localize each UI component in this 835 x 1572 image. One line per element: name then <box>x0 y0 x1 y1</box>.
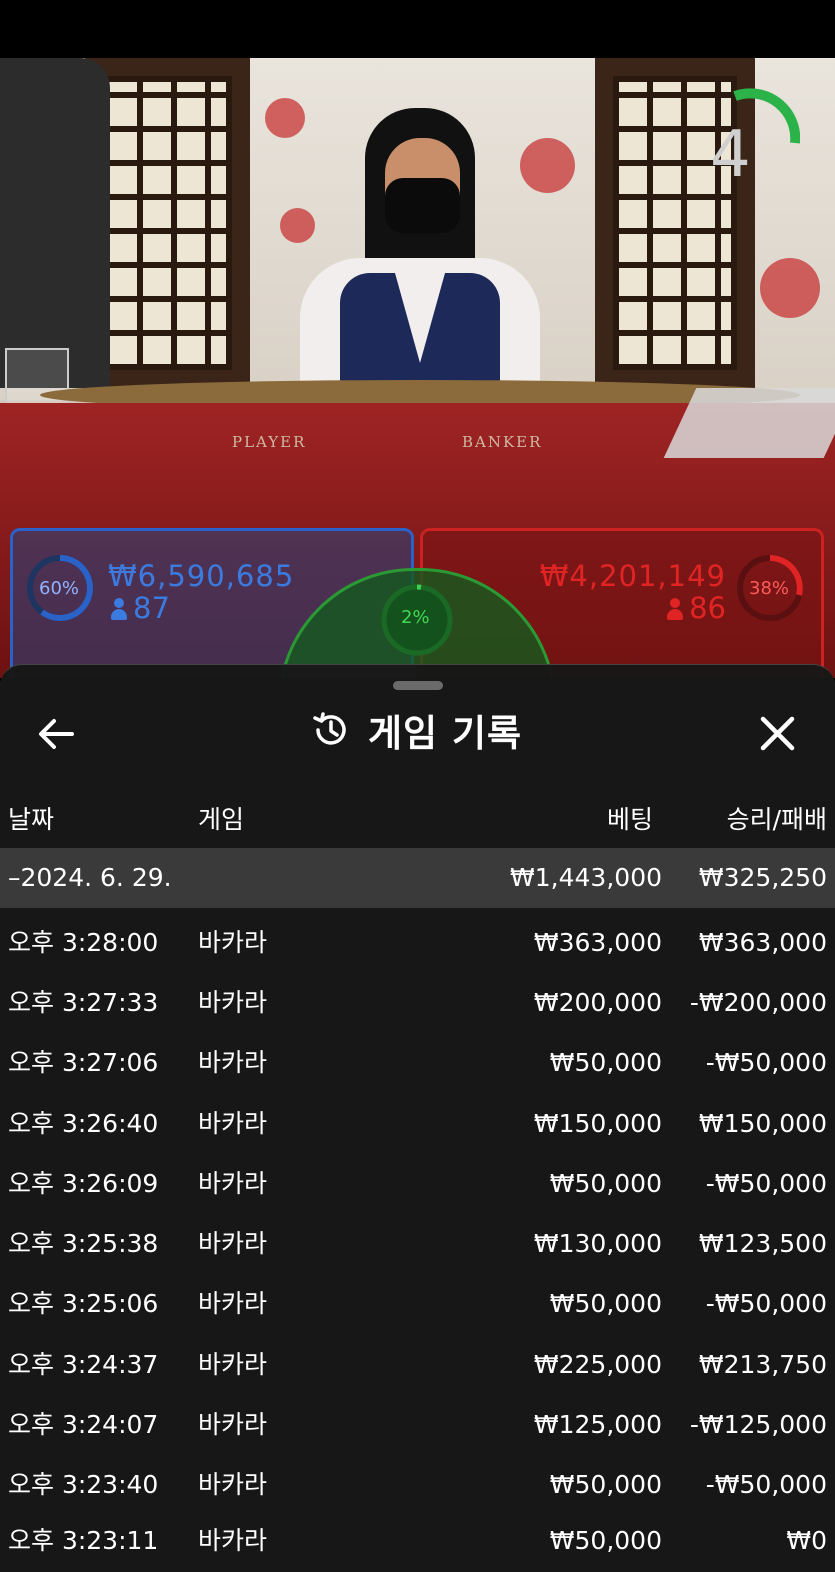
row-game: 바카라 <box>198 1109 268 1138</box>
row-result: -₩50,000 <box>705 1470 827 1499</box>
player-percent: 60% <box>39 578 80 599</box>
live-video: PLAYER BANKER 4 60% ₩6,590,685 87 38% ₩4… <box>0 58 835 678</box>
date-group-result-total: ₩325,250 <box>698 863 827 892</box>
row-bet: ₩125,000 <box>533 1410 662 1439</box>
row-game: 바카라 <box>198 1289 268 1318</box>
row-bet: ₩50,000 <box>549 1470 662 1499</box>
row-result: ₩0 <box>786 1526 827 1555</box>
banker-count: 86 <box>667 591 726 625</box>
user-icon <box>667 598 684 620</box>
row-time: 오후 3:26:09 <box>8 1169 159 1198</box>
row-game: 바카라 <box>198 1526 268 1555</box>
row-time: 오후 3:25:06 <box>8 1289 159 1318</box>
row-time: 오후 3:28:00 <box>8 928 159 957</box>
row-game: 바카라 <box>198 1048 268 1077</box>
row-bet: ₩50,000 <box>549 1048 662 1077</box>
row-time: 오후 3:24:37 <box>8 1350 159 1379</box>
player-amount: ₩6,590,685 <box>108 559 295 593</box>
player-count: 87 <box>111 591 170 625</box>
close-button[interactable] <box>750 709 805 759</box>
status-bar <box>0 0 835 58</box>
row-bet: ₩130,000 <box>533 1229 662 1258</box>
row-time: 오후 3:26:40 <box>8 1109 159 1138</box>
history-row[interactable]: 오후 3:25:06 바카라 ₩50,000 -₩50,000 <box>0 1274 835 1334</box>
row-result: -₩50,000 <box>705 1169 827 1198</box>
date-group-bet-total: ₩1,443,000 <box>510 863 662 892</box>
row-bet: ₩363,000 <box>533 928 662 957</box>
back-button[interactable] <box>30 709 85 759</box>
row-game: 바카라 <box>198 1410 268 1439</box>
row-game: 바카라 <box>198 988 268 1017</box>
sheet-drag-handle[interactable] <box>393 681 443 690</box>
row-game: 바카라 <box>198 1470 268 1499</box>
row-time: 오후 3:23:11 <box>8 1526 159 1555</box>
history-row[interactable]: 오후 3:25:38 바카라 ₩130,000 ₩123,500 <box>0 1214 835 1274</box>
croupier-left <box>0 58 110 388</box>
history-row[interactable]: 오후 3:24:37 바카라 ₩225,000 ₩213,750 <box>0 1335 835 1395</box>
column-header-result: 승리/패배 <box>726 805 827 834</box>
history-row[interactable]: 오후 3:27:33 바카라 ₩200,000 -₩200,000 <box>0 973 835 1033</box>
history-row[interactable]: 오후 3:23:40 바카라 ₩50,000 -₩50,000 <box>0 1455 835 1515</box>
sheet-title: 게임 기록 <box>310 705 522 755</box>
date-group-row[interactable]: –2024. 6. 29. ₩1,443,000 ₩325,250 <box>0 848 835 908</box>
countdown-number: 4 <box>710 118 751 192</box>
row-time: 오후 3:23:40 <box>8 1470 159 1499</box>
history-icon <box>313 712 346 745</box>
history-row[interactable]: 오후 3:23:11 바카라 ₩50,000 ₩0 <box>0 1511 835 1571</box>
felt-banker-label: BANKER <box>462 433 543 451</box>
row-result: ₩150,000 <box>698 1109 827 1138</box>
column-header-bet: 베팅 <box>606 805 653 834</box>
row-game: 바카라 <box>198 1229 268 1258</box>
row-time: 오후 3:27:33 <box>8 988 159 1017</box>
row-result: ₩363,000 <box>698 928 827 957</box>
history-row[interactable]: 오후 3:26:09 바카라 ₩50,000 -₩50,000 <box>0 1154 835 1214</box>
history-row[interactable]: 오후 3:24:07 바카라 ₩125,000 -₩125,000 <box>0 1395 835 1455</box>
row-game: 바카라 <box>198 1350 268 1379</box>
row-result: -₩50,000 <box>705 1289 827 1318</box>
row-time: 오후 3:27:06 <box>8 1048 159 1077</box>
user-icon <box>111 598 127 620</box>
row-time: 오후 3:25:38 <box>8 1229 159 1258</box>
row-result: ₩213,750 <box>698 1350 827 1379</box>
tie-percent: 2% <box>401 607 430 628</box>
close-icon <box>760 716 795 751</box>
felt-player-label: PLAYER <box>232 433 307 451</box>
row-result: -₩50,000 <box>705 1048 827 1077</box>
row-bet: ₩50,000 <box>549 1289 662 1318</box>
row-time: 오후 3:24:07 <box>8 1410 159 1439</box>
arrow-left-icon <box>39 719 74 749</box>
banker-percent: 38% <box>749 578 790 599</box>
column-header-date: 날짜 <box>8 805 55 834</box>
row-result: -₩125,000 <box>689 1410 827 1439</box>
row-game: 바카라 <box>198 1169 268 1198</box>
row-bet: ₩50,000 <box>549 1526 662 1555</box>
row-bet: ₩225,000 <box>533 1350 662 1379</box>
row-result: -₩200,000 <box>689 988 827 1017</box>
row-game: 바카라 <box>198 928 268 957</box>
sheet-header: 게임 기록 <box>0 697 835 767</box>
history-row[interactable]: 오후 3:28:00 바카라 ₩363,000 ₩363,000 <box>0 913 835 973</box>
column-header-game: 게임 <box>198 805 245 834</box>
banker-amount: ₩4,201,149 <box>539 559 726 593</box>
row-bet: ₩50,000 <box>549 1169 662 1198</box>
row-bet: ₩150,000 <box>533 1109 662 1138</box>
history-row[interactable]: 오후 3:26:40 바카라 ₩150,000 ₩150,000 <box>0 1094 835 1154</box>
row-result: ₩123,500 <box>698 1229 827 1258</box>
date-group-label: –2024. 6. 29. <box>8 863 172 892</box>
row-bet: ₩200,000 <box>533 988 662 1017</box>
history-row[interactable]: 오후 3:27:06 바카라 ₩50,000 -₩50,000 <box>0 1033 835 1093</box>
sheet-title-text: 게임 기록 <box>368 712 523 755</box>
